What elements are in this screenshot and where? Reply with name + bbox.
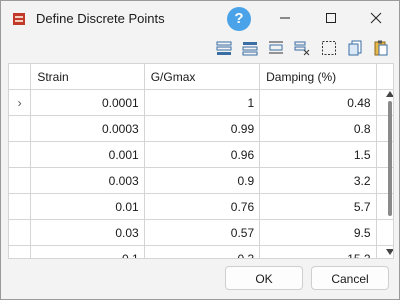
insert-row-above-icon[interactable] bbox=[241, 39, 259, 57]
table-row[interactable]: › 0.0001 1 0.48 bbox=[9, 89, 393, 116]
strain-cell[interactable]: 0.001 bbox=[30, 141, 145, 168]
ggmax-cell[interactable]: 0.3 bbox=[144, 245, 261, 258]
ggmax-cell[interactable]: 0.96 bbox=[144, 141, 261, 168]
row-header[interactable] bbox=[9, 219, 32, 246]
strain-cell[interactable]: 0.0001 bbox=[30, 89, 145, 116]
table-row[interactable]: 0.0003 0.99 0.8 bbox=[9, 115, 393, 142]
paste-icon[interactable] bbox=[372, 39, 390, 57]
row-header[interactable] bbox=[9, 167, 32, 194]
scroll-up-icon[interactable] bbox=[386, 90, 394, 98]
window-title: Define Discrete Points bbox=[36, 11, 165, 26]
strain-cell[interactable]: 0.1 bbox=[30, 245, 145, 258]
title-bar: Define Discrete Points ? bbox=[1, 1, 399, 37]
row-header[interactable] bbox=[9, 193, 32, 220]
minimize-button[interactable] bbox=[262, 1, 308, 35]
vertical-scrollbar[interactable] bbox=[386, 89, 394, 258]
cancel-button[interactable]: Cancel bbox=[311, 266, 389, 290]
delete-row-icon[interactable] bbox=[293, 39, 311, 57]
close-icon bbox=[370, 12, 382, 24]
close-button[interactable] bbox=[353, 1, 399, 35]
ggmax-cell[interactable]: 1 bbox=[144, 89, 261, 116]
strain-cell[interactable]: 0.003 bbox=[30, 167, 145, 194]
current-row-indicator: › bbox=[9, 89, 32, 116]
select-all-icon[interactable] bbox=[320, 39, 338, 57]
dialog-window: Define Discrete Points ? Strain G/Gmax D… bbox=[0, 0, 400, 300]
damping-cell[interactable]: 9.5 bbox=[259, 219, 377, 246]
table-row[interactable]: 0.003 0.9 3.2 bbox=[9, 167, 393, 194]
strain-cell[interactable]: 0.0003 bbox=[30, 115, 145, 142]
ggmax-cell[interactable]: 0.57 bbox=[144, 219, 261, 246]
ggmax-cell[interactable]: 0.9 bbox=[144, 167, 261, 194]
scroll-down-icon[interactable] bbox=[386, 248, 394, 256]
damping-cell[interactable]: 0.48 bbox=[259, 89, 377, 116]
maximize-button[interactable] bbox=[308, 1, 354, 35]
app-icon bbox=[13, 13, 25, 25]
table-row[interactable]: 0.001 0.96 1.5 bbox=[9, 141, 393, 168]
strain-cell[interactable]: 0.03 bbox=[30, 219, 145, 246]
column-header-damping[interactable]: Damping (%) bbox=[259, 64, 377, 90]
help-button[interactable]: ? bbox=[227, 7, 251, 31]
insert-row-icon[interactable] bbox=[267, 39, 285, 57]
ok-button[interactable]: OK bbox=[225, 266, 303, 290]
corner-cell bbox=[9, 64, 32, 90]
table-row[interactable]: 0.01 0.76 5.7 bbox=[9, 193, 393, 220]
column-header-strain[interactable]: Strain bbox=[30, 64, 145, 90]
row-header[interactable] bbox=[9, 141, 32, 168]
damping-cell[interactable]: 15.2 bbox=[259, 245, 377, 258]
header-row: Strain G/Gmax Damping (%) bbox=[9, 64, 393, 90]
copy-icon[interactable] bbox=[346, 39, 364, 57]
maximize-icon bbox=[326, 13, 336, 23]
header-filler bbox=[376, 64, 393, 90]
column-header-ggmax[interactable]: G/Gmax bbox=[144, 64, 261, 90]
damping-cell[interactable]: 5.7 bbox=[259, 193, 377, 220]
ggmax-cell[interactable]: 0.76 bbox=[144, 193, 261, 220]
row-header[interactable] bbox=[9, 115, 32, 142]
damping-cell[interactable]: 3.2 bbox=[259, 167, 377, 194]
scrollbar-thumb[interactable] bbox=[388, 101, 392, 216]
minimize-icon bbox=[280, 17, 290, 19]
ggmax-cell[interactable]: 0.99 bbox=[144, 115, 261, 142]
row-header[interactable] bbox=[9, 245, 32, 258]
table-row[interactable]: 0.1 0.3 15.2 bbox=[9, 245, 393, 258]
insert-row-below-icon[interactable] bbox=[215, 39, 233, 57]
table-row[interactable]: 0.03 0.57 9.5 bbox=[9, 219, 393, 246]
data-grid: Strain G/Gmax Damping (%) › 0.0001 1 0.4… bbox=[8, 63, 394, 259]
strain-cell[interactable]: 0.01 bbox=[30, 193, 145, 220]
damping-cell[interactable]: 0.8 bbox=[259, 115, 377, 142]
damping-cell[interactable]: 1.5 bbox=[259, 141, 377, 168]
